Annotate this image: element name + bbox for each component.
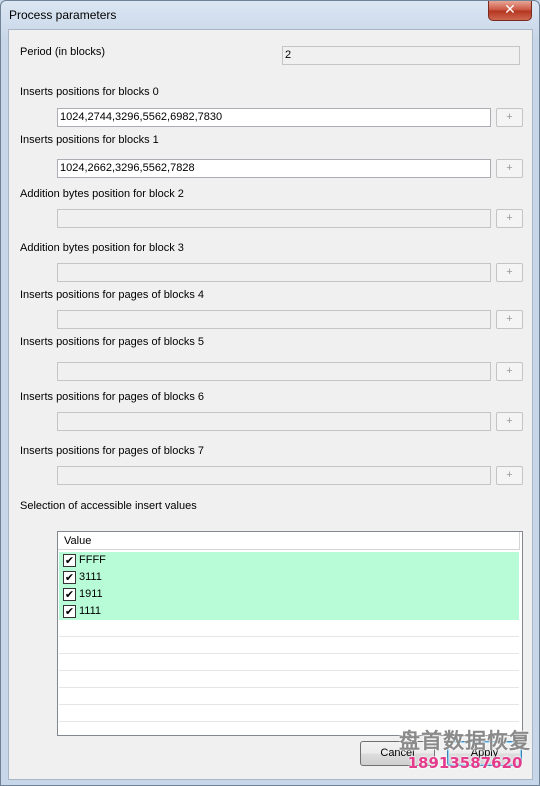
window-title: Process parameters (9, 8, 117, 22)
field-label-blocks-0: Inserts positions for blocks 0 (20, 86, 159, 98)
selection-label: Selection of accessible insert values (20, 500, 197, 512)
addition-block-2-input[interactable] (57, 209, 491, 228)
inserts-blocks-0-input[interactable]: 1024,2744,3296,5562,6982,7830 (57, 108, 491, 127)
add-pages-6-button[interactable]: + (496, 412, 523, 431)
list-item-value: 3111 (79, 571, 102, 583)
addition-block-3-input[interactable] (57, 263, 491, 282)
inserts-pages-7-input[interactable] (57, 466, 491, 485)
empty-row (59, 620, 519, 637)
list-item[interactable]: ✔ 3111 (59, 569, 519, 586)
list-item[interactable]: ✔ 1111 (59, 603, 519, 620)
column-header-value[interactable]: Value (58, 532, 520, 550)
list-item-value: 1911 (79, 588, 103, 600)
inserts-blocks-1-input[interactable]: 1024,2662,3296,5562,7828 (57, 159, 491, 178)
add-pages-4-button[interactable]: + (496, 310, 523, 329)
cancel-button[interactable]: Cancel (360, 741, 435, 766)
field-label-pages-7: Inserts positions for pages of blocks 7 (20, 445, 205, 457)
field-label-pages-6: Inserts positions for pages of blocks 6 (20, 391, 205, 403)
inserts-pages-5-input[interactable] (57, 362, 491, 381)
insert-values-list[interactable]: Value ✔ FFFF ✔ 3111 ✔ 1911 ✔ 1111 (57, 531, 523, 736)
checkbox[interactable]: ✔ (63, 571, 76, 584)
check-icon: ✔ (64, 571, 75, 584)
checkbox[interactable]: ✔ (63, 554, 76, 567)
period-label: Period (in blocks) (20, 46, 105, 58)
list-item[interactable]: ✔ FFFF (59, 552, 519, 569)
check-icon: ✔ (64, 554, 75, 567)
inserts-pages-6-input[interactable] (57, 412, 491, 431)
list-item[interactable]: ✔ 1911 (59, 586, 519, 603)
list-item-value: FFFF (79, 554, 106, 566)
close-button[interactable]: ✕ (488, 1, 532, 21)
check-icon: ✔ (64, 605, 75, 618)
field-label-pages-5: Inserts positions for pages of blocks 5 (20, 336, 205, 348)
add-blocks-0-button[interactable]: + (496, 108, 523, 127)
list-item-value: 1111 (79, 605, 102, 617)
period-field[interactable]: 2 (282, 46, 520, 65)
checkbox[interactable]: ✔ (63, 588, 76, 601)
empty-row (59, 637, 519, 654)
close-icon: ✕ (504, 2, 516, 18)
inserts-pages-4-input[interactable] (57, 310, 491, 329)
empty-row (59, 671, 519, 688)
add-blocks-1-button[interactable]: + (496, 159, 523, 178)
empty-row (59, 688, 519, 705)
add-pages-7-button[interactable]: + (496, 466, 523, 485)
field-label-block-3: Addition bytes position for block 3 (20, 242, 184, 254)
check-icon: ✔ (64, 588, 75, 601)
field-label-blocks-1: Inserts positions for blocks 1 (20, 134, 159, 146)
title-bar[interactable]: Process parameters ✕ (1, 1, 539, 29)
empty-row (59, 654, 519, 671)
field-label-pages-4: Inserts positions for pages of blocks 4 (20, 289, 205, 301)
field-label-block-2: Addition bytes position for block 2 (20, 188, 184, 200)
list-header: Value (58, 532, 520, 550)
dialog-window: Process parameters ✕ Period (in blocks) … (0, 0, 540, 786)
apply-button[interactable]: Apply (447, 741, 522, 766)
add-block-2-button[interactable]: + (496, 209, 523, 228)
checkbox[interactable]: ✔ (63, 605, 76, 618)
dialog-body: Period (in blocks) 2 Inserts positions f… (8, 29, 533, 780)
add-pages-5-button[interactable]: + (496, 362, 523, 381)
empty-row (59, 705, 519, 722)
add-block-3-button[interactable]: + (496, 263, 523, 282)
